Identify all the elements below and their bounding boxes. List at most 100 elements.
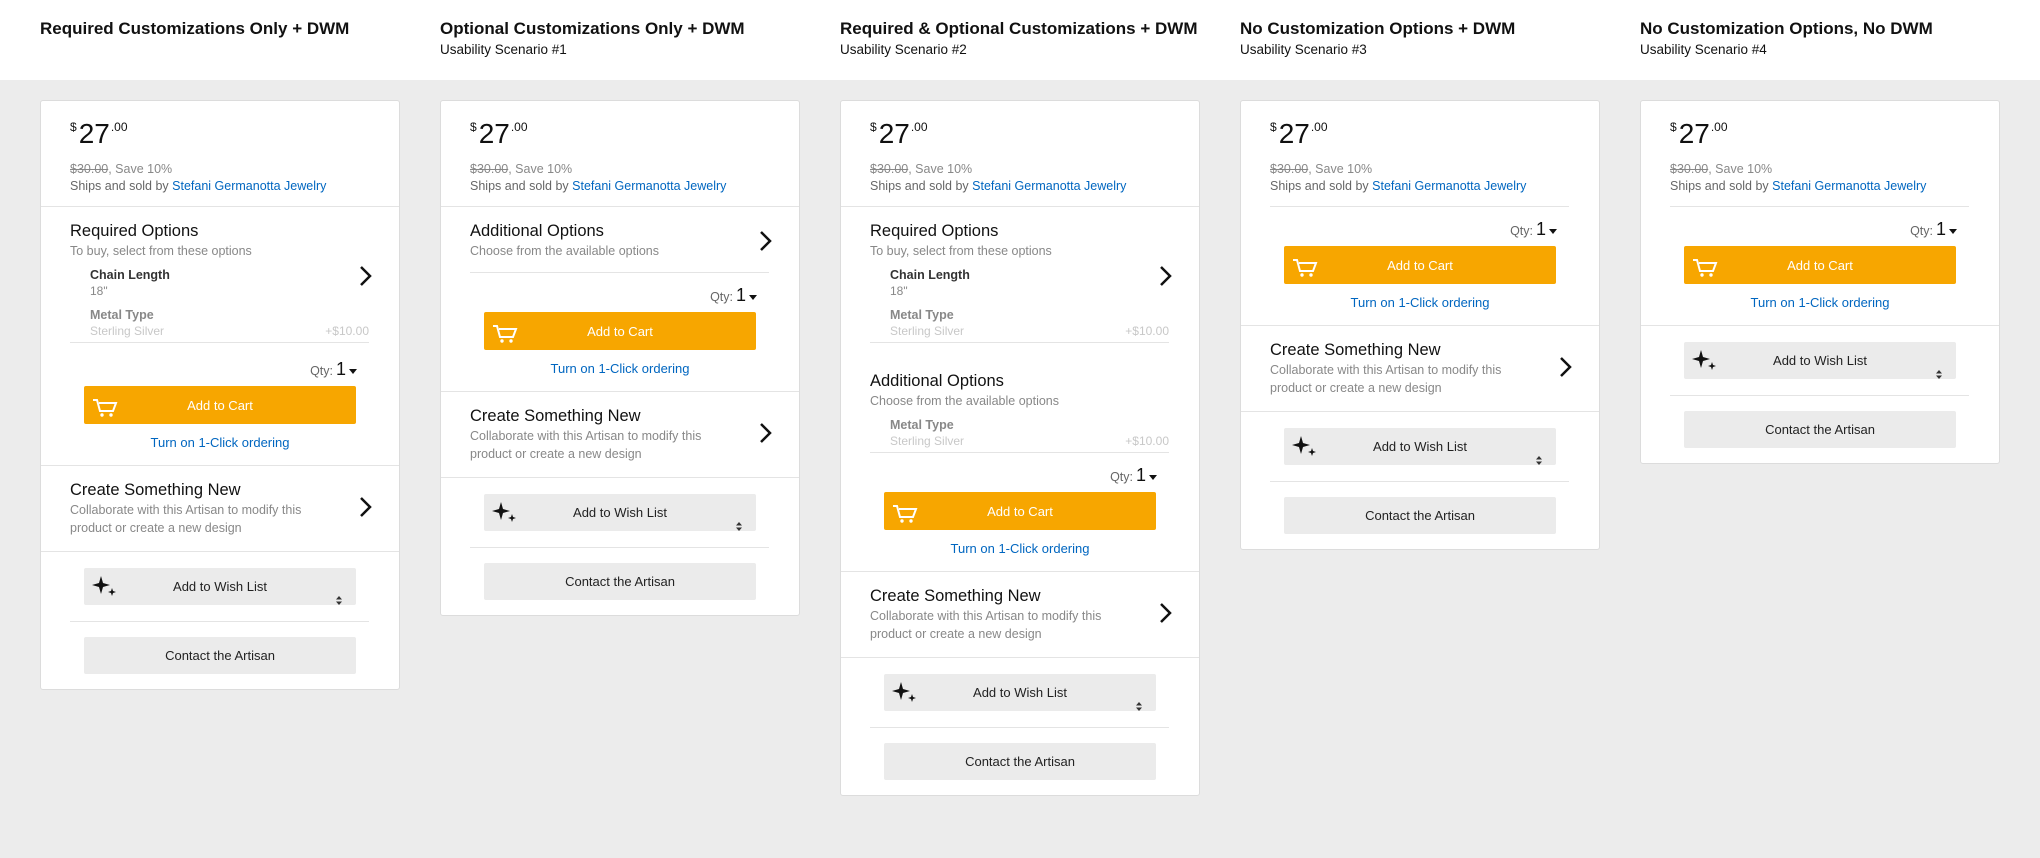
chevron-right-icon[interactable] xyxy=(1559,356,1573,378)
seller-link[interactable]: Stefani Germanotta Jewelry xyxy=(1772,179,1926,193)
add-to-wish-list-button[interactable]: Add to Wish List xyxy=(884,674,1156,711)
savings-text: , Save 10% xyxy=(108,162,173,176)
add-to-wish-list-button[interactable]: Add to Wish List xyxy=(1684,342,1956,379)
add-to-wish-list-button[interactable]: Add to Wish List xyxy=(84,568,356,605)
seller-link[interactable]: Stefani Germanotta Jewelry xyxy=(972,179,1126,193)
caret-down-icon xyxy=(1949,229,1957,235)
one-click-link[interactable]: Turn on 1-Click ordering xyxy=(1683,295,1957,310)
contact-area: Contact the Artisan xyxy=(1641,396,1999,463)
caret-down-icon xyxy=(1149,475,1157,481)
price-block: $ 27 .00 $30.00, Save 10% Ships and sold… xyxy=(441,101,799,207)
one-click-link[interactable]: Turn on 1-Click ordering xyxy=(83,435,357,450)
buy-card-required: $ 27 .00 $30.00, Save 10% Ships and sold… xyxy=(40,100,400,690)
create-something-new-section[interactable]: Create Something New Collaborate with th… xyxy=(441,391,799,478)
add-to-wish-list-button[interactable]: Add to Wish List xyxy=(1284,428,1556,465)
chain-length-value: 18" xyxy=(890,284,908,298)
column-subtitle: Usability Scenario #4 xyxy=(1640,42,1767,57)
metal-type-label: Metal Type xyxy=(890,418,954,432)
create-something-new-section[interactable]: Create Something New Collaborate with th… xyxy=(1241,325,1599,412)
sparkle-icon xyxy=(492,501,518,539)
price: $ 27 .00 xyxy=(70,119,369,149)
create-something-new-section[interactable]: Create Something New Collaborate with th… xyxy=(841,572,1199,658)
column-header-5: No Customization Options, No DWM Usabili… xyxy=(1640,19,2020,58)
add-to-cart-label: Add to Cart xyxy=(587,324,653,339)
add-to-wish-list-button[interactable]: Add to Wish List xyxy=(484,494,756,531)
required-options-section[interactable]: Required Options To buy, select from the… xyxy=(41,207,399,347)
contact-artisan-button[interactable]: Contact the Artisan xyxy=(84,637,356,674)
quantity-selector[interactable]: Qty: 1 xyxy=(483,285,757,307)
chevron-right-icon[interactable] xyxy=(759,230,773,252)
price-currency: $ xyxy=(1670,120,1677,134)
price-fraction: .00 xyxy=(110,120,128,134)
add-to-cart-button[interactable]: Add to Cart xyxy=(884,492,1156,530)
contact-artisan-button[interactable]: Contact the Artisan xyxy=(1284,497,1556,534)
contact-artisan-button[interactable]: Contact the Artisan xyxy=(1684,411,1956,448)
sort-arrows-icon xyxy=(736,508,742,545)
sparkle-icon xyxy=(892,681,918,719)
additional-options-section[interactable]: Additional Options Choose from the avail… xyxy=(841,347,1199,457)
create-new-desc-2: product or create a new design xyxy=(1270,381,1442,395)
savings-text: , Save 10% xyxy=(1708,162,1773,176)
chevron-right-icon[interactable] xyxy=(359,496,373,518)
column-header-2: Optional Customizations Only + DWM Usabi… xyxy=(440,19,820,58)
cart-icon xyxy=(1292,255,1318,293)
quantity-selector[interactable]: Qty: 1 xyxy=(1283,219,1557,241)
list-price: $30.00 xyxy=(1270,162,1309,176)
seller-link[interactable]: Stefani Germanotta Jewelry xyxy=(572,179,726,193)
add-to-cart-label: Add to Cart xyxy=(187,398,253,413)
column-header-1: Required Customizations Only + DWM xyxy=(40,19,420,39)
chevron-right-icon[interactable] xyxy=(359,265,373,287)
contact-area: Contact the Artisan xyxy=(41,622,399,689)
chevron-right-icon[interactable] xyxy=(1159,265,1173,287)
add-to-cart-button[interactable]: Add to Cart xyxy=(84,386,356,424)
one-click-link[interactable]: Turn on 1-Click ordering xyxy=(1283,295,1557,310)
qty-value: 1 xyxy=(1935,219,1946,239)
quantity-selector[interactable]: Qty: 1 xyxy=(883,465,1157,487)
price-block: $ 27 .00 $30.00, Save 10% Ships and sold… xyxy=(1641,101,1999,206)
required-options-section[interactable]: Required Options To buy, select from the… xyxy=(841,207,1199,347)
additional-options-title: Additional Options xyxy=(470,222,604,240)
column-subtitle: Usability Scenario #3 xyxy=(1240,42,1367,57)
wish-list-label: Add to Wish List xyxy=(173,579,267,594)
one-click-link[interactable]: Turn on 1-Click ordering xyxy=(883,541,1157,556)
create-new-title: Create Something New xyxy=(70,481,241,499)
list-price-line: $30.00, Save 10% xyxy=(70,161,369,177)
cart-icon xyxy=(892,501,918,539)
price-whole: 27 xyxy=(1278,118,1310,149)
wish-list-area: Add to Wish List xyxy=(841,658,1199,711)
price-fraction: .00 xyxy=(510,120,528,134)
add-to-cart-button[interactable]: Add to Cart xyxy=(1284,246,1556,284)
ships-label: Ships and sold by xyxy=(1270,179,1373,193)
price-whole: 27 xyxy=(1678,118,1710,149)
add-to-cart-button[interactable]: Add to Cart xyxy=(1684,246,1956,284)
additional-options-section[interactable]: Additional Options Choose from the avail… xyxy=(441,207,799,272)
one-click-link[interactable]: Turn on 1-Click ordering xyxy=(483,361,757,376)
seller-link[interactable]: Stefani Germanotta Jewelry xyxy=(1372,179,1526,193)
metal-type-value: Sterling Silver xyxy=(890,434,965,448)
quantity-selector[interactable]: Qty: 1 xyxy=(83,359,357,381)
sort-arrows-icon xyxy=(1536,442,1542,479)
metal-type-value: Sterling Silver xyxy=(90,324,165,338)
list-price: $30.00 xyxy=(1670,162,1709,176)
column-header-4: No Customization Options + DWM Usability… xyxy=(1240,19,1620,58)
create-something-new-section[interactable]: Create Something New Collaborate with th… xyxy=(41,466,399,552)
create-new-desc-2: product or create a new design xyxy=(470,447,642,461)
price-whole: 27 xyxy=(878,118,910,149)
column-header-3: Required & Optional Customizations + DWM… xyxy=(840,19,1220,58)
price: $ 27 .00 xyxy=(1270,119,1569,149)
qty-value: 1 xyxy=(735,285,746,305)
contact-artisan-button[interactable]: Contact the Artisan xyxy=(484,563,756,600)
contact-artisan-button[interactable]: Contact the Artisan xyxy=(884,743,1156,780)
quantity-selector[interactable]: Qty: 1 xyxy=(1683,219,1957,241)
add-to-cart-button[interactable]: Add to Cart xyxy=(484,312,756,350)
qty-value: 1 xyxy=(1135,465,1146,485)
chevron-right-icon[interactable] xyxy=(759,422,773,444)
seller-link[interactable]: Stefani Germanotta Jewelry xyxy=(172,179,326,193)
savings-text: , Save 10% xyxy=(908,162,973,176)
metal-type-row: Sterling Silver +$10.00 xyxy=(890,433,1169,449)
buy-box: Qty: 1 Add to Cart Turn on 1-Click orderi… xyxy=(841,457,1199,572)
savings-text: , Save 10% xyxy=(508,162,573,176)
chevron-right-icon[interactable] xyxy=(1159,602,1173,624)
buy-card-optional: $ 27 .00 $30.00, Save 10% Ships and sold… xyxy=(440,100,800,616)
buy-box: Qty: 1 Add to Cart Turn on 1-Click orderi… xyxy=(1270,206,1569,325)
